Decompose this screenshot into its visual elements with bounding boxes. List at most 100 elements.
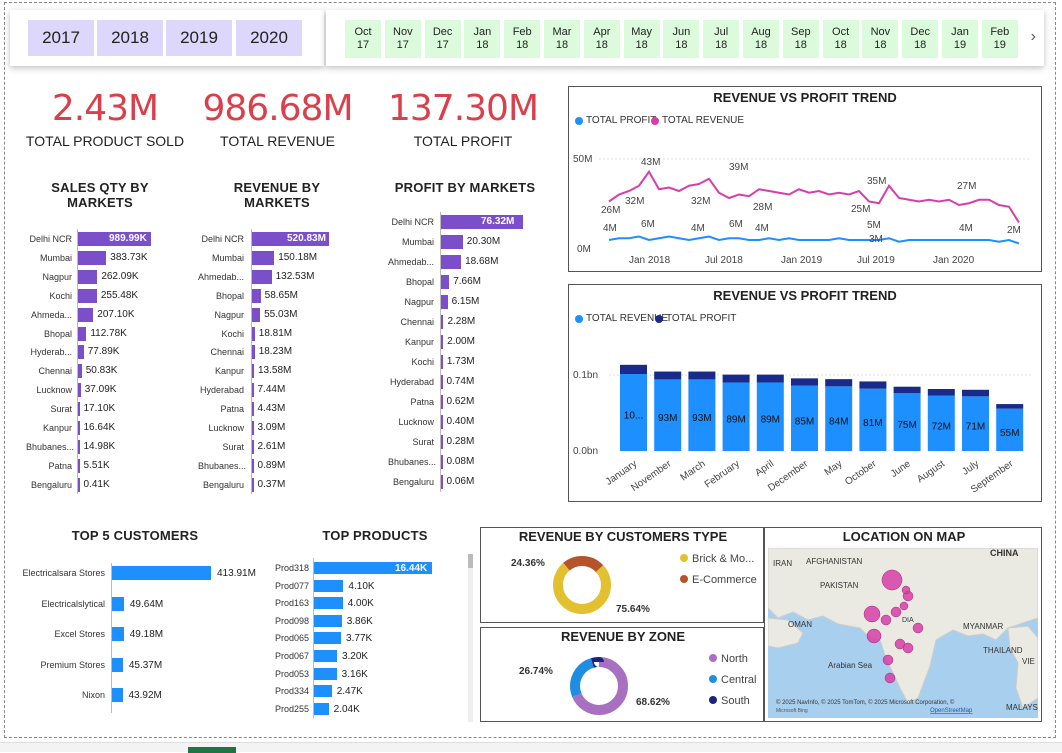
profit-column[interactable]	[791, 378, 818, 386]
legend-label[interactable]: E-Commerce	[692, 574, 757, 586]
market-bar[interactable]	[78, 269, 98, 284]
market-bar[interactable]	[78, 477, 80, 492]
market-bar[interactable]	[441, 315, 444, 329]
profit-line[interactable]	[608, 235, 1020, 245]
market-bar[interactable]	[252, 326, 255, 341]
market-bar[interactable]	[252, 288, 261, 303]
location-bubble[interactable]	[882, 654, 894, 666]
market-bar[interactable]	[441, 235, 463, 249]
market-bar[interactable]	[78, 250, 107, 265]
market-bar[interactable]	[441, 455, 443, 469]
revenue-line[interactable]	[608, 169, 1020, 224]
location-map[interactable]: CHINA IRAN AFGHANISTAN PAKISTAN OMAN MYANMAR T…	[768, 548, 1038, 718]
month-button[interactable]: May 18	[623, 20, 660, 58]
scrollbar-thumb[interactable]	[468, 554, 473, 568]
profit-column[interactable]	[620, 364, 647, 374]
market-bar[interactable]	[441, 295, 448, 309]
market-bar[interactable]	[78, 402, 80, 417]
profit-column[interactable]	[859, 381, 887, 389]
product-bar[interactable]	[314, 579, 344, 592]
profit-column[interactable]	[654, 371, 682, 380]
month-button[interactable]: Feb 19	[981, 20, 1018, 58]
month-button[interactable]: Sep 18	[782, 20, 819, 58]
market-bar[interactable]	[78, 383, 81, 398]
market-bar[interactable]	[78, 364, 82, 379]
market-bar[interactable]	[441, 395, 443, 409]
scrollbar[interactable]	[468, 554, 473, 722]
location-bubble[interactable]	[884, 672, 896, 684]
product-bar[interactable]	[314, 650, 337, 662]
profit-column[interactable]	[688, 371, 716, 380]
location-bubble[interactable]	[863, 605, 881, 623]
month-button[interactable]: Jan 18	[464, 20, 501, 58]
product-bar[interactable]	[314, 667, 337, 680]
product-bar[interactable]	[314, 614, 342, 627]
chevron-right-icon[interactable]: ›	[1031, 28, 1036, 46]
month-button[interactable]: Feb 18	[504, 20, 541, 58]
product-bar[interactable]	[314, 702, 329, 715]
market-bar[interactable]	[252, 345, 255, 360]
customer-bar[interactable]	[112, 566, 211, 580]
location-bubble[interactable]	[880, 614, 892, 626]
map-osm-link[interactable]: OpenStreetMap	[930, 708, 973, 714]
month-button[interactable]: Aug 18	[743, 20, 779, 58]
customer-bar[interactable]	[112, 596, 124, 611]
month-button[interactable]: Mar 18	[544, 20, 580, 58]
market-bar[interactable]	[252, 458, 254, 473]
market-bar[interactable]	[252, 364, 254, 379]
year-button[interactable]: 2018	[97, 20, 163, 56]
month-button[interactable]: Nov 17	[384, 20, 421, 58]
market-bar[interactable]	[441, 475, 443, 489]
profit-column[interactable]	[962, 389, 989, 397]
customer-bar[interactable]	[112, 688, 123, 702]
legend-label[interactable]: North	[721, 653, 748, 665]
profit-column[interactable]	[756, 374, 784, 383]
legend-label[interactable]: South	[721, 695, 750, 707]
product-bar[interactable]	[314, 597, 343, 610]
location-bubble[interactable]	[902, 642, 914, 654]
market-bar[interactable]	[78, 307, 94, 322]
profit-column[interactable]	[893, 386, 921, 394]
market-bar[interactable]	[252, 307, 261, 322]
market-bar[interactable]	[441, 415, 443, 429]
legend-label[interactable]: Central	[721, 674, 756, 686]
month-button[interactable]: Dec 17	[424, 20, 461, 58]
customer-bar[interactable]	[112, 657, 123, 672]
market-bar[interactable]	[78, 345, 84, 360]
location-bubble[interactable]	[912, 622, 924, 634]
product-bar[interactable]	[314, 632, 342, 645]
market-bar[interactable]	[252, 421, 254, 435]
month-button[interactable]: Oct 18	[822, 20, 859, 58]
month-button[interactable]: Jan 19	[942, 20, 978, 58]
sheet-tab[interactable]	[188, 747, 236, 753]
profit-column[interactable]	[825, 379, 853, 387]
market-bar[interactable]	[78, 326, 87, 341]
location-bubble[interactable]	[890, 606, 902, 618]
market-bar[interactable]	[252, 439, 254, 454]
location-bubble[interactable]	[899, 601, 909, 611]
legend-label[interactable]: Brick & Mo...	[692, 553, 754, 565]
market-bar[interactable]	[78, 439, 80, 454]
month-button[interactable]: Apr 18	[583, 20, 620, 58]
market-bar[interactable]	[252, 250, 275, 265]
market-bar[interactable]	[78, 288, 97, 303]
market-bar[interactable]	[441, 255, 462, 269]
market-bar[interactable]	[441, 355, 443, 369]
location-bubble[interactable]	[901, 585, 911, 595]
market-bar[interactable]	[252, 402, 254, 417]
market-bar[interactable]	[441, 375, 443, 389]
market-bar[interactable]	[441, 435, 443, 449]
market-bar[interactable]	[252, 383, 254, 398]
month-button[interactable]: Oct 17	[345, 20, 381, 58]
year-button[interactable]: 2019	[166, 20, 232, 56]
market-bar[interactable]	[441, 275, 450, 289]
profit-column[interactable]	[722, 374, 750, 383]
month-button[interactable]: Jul 18	[703, 20, 740, 58]
month-button[interactable]: Jun 18	[663, 20, 700, 58]
product-bar[interactable]	[314, 685, 332, 698]
market-bar[interactable]	[252, 269, 272, 284]
month-button[interactable]: Nov 18	[862, 20, 899, 58]
location-bubble[interactable]	[866, 628, 882, 644]
market-bar[interactable]	[441, 335, 444, 349]
market-bar[interactable]	[78, 458, 80, 473]
